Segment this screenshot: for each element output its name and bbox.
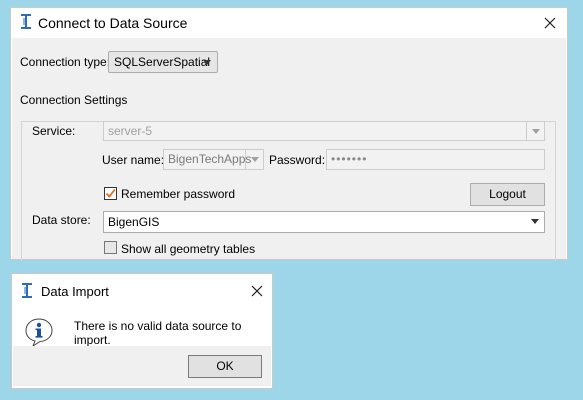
data-store-dropdown-button[interactable] <box>526 212 544 232</box>
dropdown-arrow-icon <box>532 129 540 134</box>
service-dropdown-button[interactable] <box>526 122 544 140</box>
data-store-select[interactable]: BigenGIS <box>103 211 545 233</box>
checkmark-icon <box>105 188 116 198</box>
close-icon[interactable] <box>543 16 557 30</box>
logout-label: Logout <box>489 187 526 201</box>
remember-password-label: Remember password <box>121 187 236 201</box>
user-name-dropdown-button[interactable] <box>245 150 263 169</box>
user-name-select[interactable]: BigenTechApps <box>163 149 264 170</box>
user-name-label: User name: <box>102 153 165 167</box>
ok-button[interactable]: OK <box>188 355 262 378</box>
info-icon <box>25 318 53 348</box>
dialog-body: Connection type: SQLServerSpatial Connec… <box>12 38 566 261</box>
app-icon <box>21 14 31 29</box>
dialog-title: Connect to Data Source <box>38 15 188 31</box>
import-message: There is no valid data source to import. <box>74 319 242 347</box>
data-store-value: BigenGIS <box>108 215 160 229</box>
app-icon <box>22 283 32 298</box>
data-import-dialog: Data Import There is no valid data sourc… <box>11 273 273 389</box>
close-icon[interactable] <box>250 284 264 298</box>
dialog-footer: OK <box>13 346 271 386</box>
data-store-label: Data store: <box>32 213 91 227</box>
password-label: Password: <box>269 153 326 167</box>
connection-type-label: Connection type: <box>20 55 111 69</box>
user-name-value: BigenTechApps <box>168 152 252 166</box>
service-value: server-5 <box>108 124 153 138</box>
settings-group-label: Connection Settings <box>20 93 128 107</box>
dropdown-arrow-icon <box>251 157 259 162</box>
show-all-tables-checkbox[interactable] <box>104 241 117 254</box>
connect-dialog: Connect to Data Source Connection type: … <box>10 7 568 261</box>
dropdown-arrow-icon <box>531 219 539 224</box>
service-label: Service: <box>32 124 76 138</box>
connection-type-value: SQLServerSpatial <box>114 55 211 69</box>
password-value: ••••••• <box>331 152 368 166</box>
dialog-title: Data Import <box>41 284 109 299</box>
show-all-tables-label: Show all geometry tables <box>121 242 256 256</box>
dropdown-arrow-icon <box>203 60 211 65</box>
logout-button[interactable]: Logout <box>470 183 545 206</box>
connection-type-select[interactable]: SQLServerSpatial <box>108 51 218 73</box>
service-select[interactable]: server-5 <box>103 121 545 141</box>
ok-label: OK <box>216 359 234 373</box>
password-field[interactable]: ••••••• <box>326 149 545 170</box>
remember-password-checkbox[interactable] <box>104 187 117 200</box>
